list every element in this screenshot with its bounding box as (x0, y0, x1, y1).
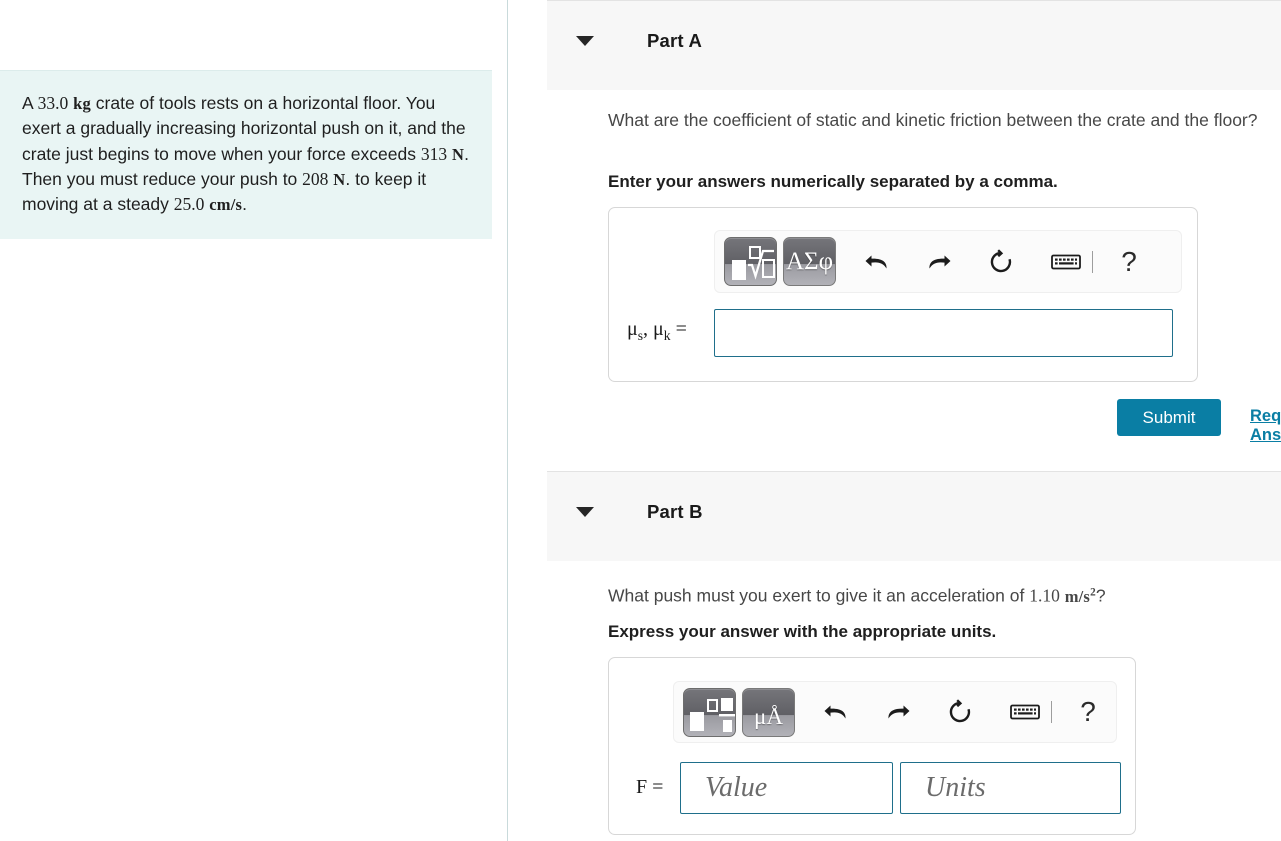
reset-icon[interactable] (938, 690, 982, 734)
units-button[interactable]: μÅ (742, 687, 795, 737)
keyboard-icon[interactable] (1003, 690, 1047, 734)
text-run: A (22, 93, 38, 113)
part-a-answer-input[interactable] (715, 310, 1172, 356)
part-b-question-unit: m/s2 (1064, 586, 1096, 606)
math-template-button[interactable] (683, 687, 736, 737)
label-equals: = (670, 318, 687, 340)
math-unit: N (333, 169, 346, 189)
part-b-question-post: ? (1095, 585, 1106, 606)
math-unit: N (451, 144, 465, 164)
part-a-answer-box: ΑΣφ ? μs, μk = (608, 207, 1198, 382)
math-unit: cm/s (209, 195, 243, 215)
text-run: . (242, 194, 247, 215)
part-b-toolbar: μÅ ? (673, 681, 1117, 743)
part-a-answer-label: μs, μk = (627, 318, 687, 344)
math-template-button[interactable] (724, 237, 777, 286)
redo-icon[interactable] (876, 690, 920, 734)
redo-icon[interactable] (917, 240, 961, 284)
undo-icon[interactable] (814, 690, 858, 734)
part-b-header[interactable]: Part B (547, 471, 1281, 561)
math-number: 313 (420, 143, 448, 164)
part-b-field-label: F = (636, 776, 664, 798)
math-number: 25.0 (173, 194, 205, 215)
mu-s-symbol: μs (627, 318, 644, 343)
problem-statement: A 33.0 kg crate of tools rests on a hori… (0, 70, 492, 240)
part-b-question: What push must you exert to give it an a… (608, 580, 1281, 609)
caret-down-icon[interactable] (576, 507, 594, 517)
math-number: 208 (302, 168, 329, 189)
request-answer-link[interactable]: Request Answer (1250, 407, 1281, 445)
part-b-instruction: Express your answer with the appropriate… (608, 622, 997, 641)
keyboard-icon[interactable] (1044, 240, 1088, 284)
math-number: 33.0 (37, 93, 69, 113)
greek-symbols-label: ΑΣφ (785, 247, 834, 275)
label-comma: , (643, 318, 654, 340)
problem-page: A 33.0 kg crate of tools rests on a hori… (0, 0, 1281, 841)
mu-k-symbol: μk (653, 318, 671, 343)
units-button-label: μÅ (754, 704, 783, 729)
part-a-header[interactable]: Part A (547, 0, 1281, 90)
caret-down-icon[interactable] (576, 36, 594, 46)
part-b-units-field-wrapper[interactable]: Units (900, 762, 1121, 814)
sqrt-template-icon (732, 246, 775, 280)
part-a-title: Part A (647, 30, 703, 51)
part-b-value-field-wrapper[interactable]: Value (680, 762, 893, 814)
boxes-template-icon (690, 697, 735, 732)
part-b-answer-box: μÅ ? F = Value Units (608, 657, 1136, 835)
problem-statement-text: A 33.0 kg crate of tools rests on a hori… (22, 93, 469, 214)
toolbar-divider (1092, 250, 1093, 273)
part-a-question: What are the coefficient of static and k… (608, 110, 1258, 130)
part-a-answer-input-wrapper[interactable] (714, 309, 1173, 357)
part-a-toolbar: ΑΣφ ? (714, 230, 1182, 293)
left-panel: A 33.0 kg crate of tools rests on a hori… (0, 0, 508, 841)
part-b-title: Part B (647, 501, 703, 522)
help-button[interactable]: ? (1068, 690, 1108, 734)
submit-button[interactable]: Submit (1117, 399, 1221, 436)
part-b-value-input[interactable] (681, 763, 892, 813)
greek-symbols-button[interactable]: ΑΣφ (783, 237, 836, 286)
part-a-instruction: Enter your answers numerically separated… (608, 172, 1058, 191)
right-column: Part A What are the coefficient of stati… (509, 0, 1281, 841)
undo-icon[interactable] (855, 240, 899, 284)
part-b-question-value: 1.10 (1029, 585, 1060, 606)
math-unit: kg (73, 94, 91, 113)
help-button[interactable]: ? (1109, 240, 1149, 284)
part-b-question-pre: What push must you exert to give it an a… (608, 585, 1030, 606)
reset-icon[interactable] (979, 240, 1023, 284)
toolbar-divider (1051, 701, 1052, 723)
part-b-units-input[interactable] (901, 763, 1120, 813)
